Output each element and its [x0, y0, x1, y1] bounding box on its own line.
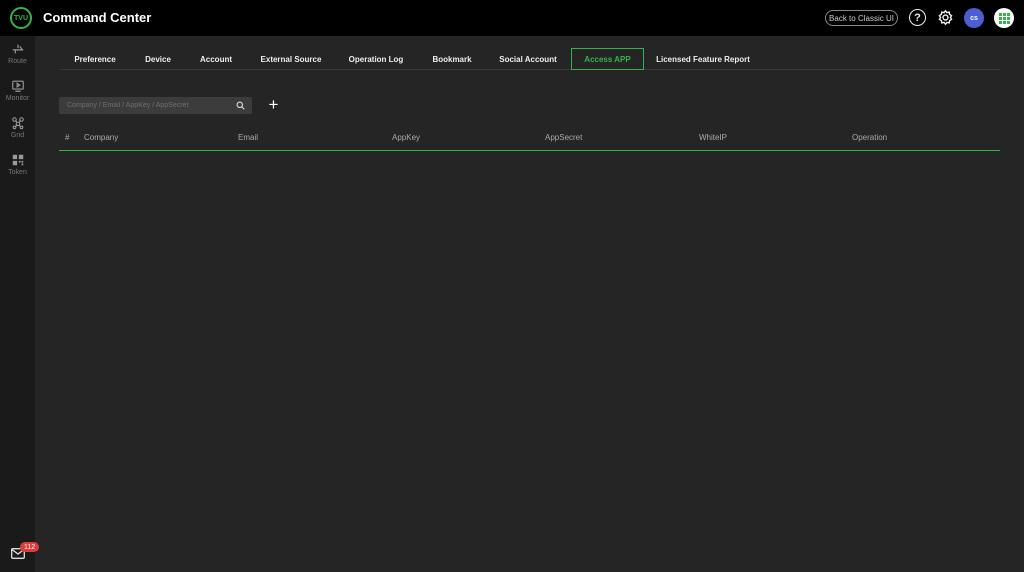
- column-header-whiteip: WhiteIP: [699, 133, 728, 142]
- tab-account[interactable]: Account: [186, 48, 246, 70]
- column-header-company: Company: [84, 133, 119, 142]
- grid-network-icon: [11, 117, 24, 130]
- sidebar: Route Monitor Grid Token: [0, 36, 35, 572]
- search-icon[interactable]: [236, 101, 245, 110]
- back-to-classic-button[interactable]: Back to Classic UI: [825, 10, 898, 26]
- tab-preference[interactable]: Preference: [60, 48, 130, 70]
- column-header-appkey: AppKey: [392, 133, 421, 142]
- column-header-index: #: [65, 133, 70, 142]
- add-button[interactable]: +: [266, 96, 281, 113]
- tab-external-source[interactable]: External Source: [246, 48, 336, 70]
- help-icon[interactable]: ?: [909, 9, 926, 26]
- route-icon: [12, 44, 23, 54]
- sidebar-item-token[interactable]: Token: [0, 151, 35, 185]
- tab-device[interactable]: Device: [130, 48, 186, 70]
- sidebar-item-label: Token: [8, 169, 27, 176]
- sidebar-item-label: Grid: [10, 132, 25, 139]
- apps-grid-icon[interactable]: [994, 8, 1014, 28]
- monitor-icon: [11, 80, 24, 92]
- app-title: Command Center: [43, 10, 152, 25]
- sidebar-item-monitor[interactable]: Monitor: [0, 77, 35, 111]
- tab-operation-log[interactable]: Operation Log: [336, 48, 416, 70]
- table-header: # Company Email AppKey AppSecret WhiteIP…: [59, 130, 1000, 151]
- gear-icon[interactable]: [937, 9, 954, 26]
- tab-social-account[interactable]: Social Account: [488, 48, 568, 70]
- qr-token-icon: [12, 154, 23, 166]
- mail-badge: 112: [20, 542, 40, 552]
- sidebar-item-grid[interactable]: Grid: [0, 114, 35, 148]
- tab-access-app[interactable]: Access APP: [571, 48, 644, 70]
- column-header-email: Email: [238, 133, 259, 142]
- tvu-logo[interactable]: TVU: [10, 7, 32, 29]
- search-box: [59, 97, 252, 114]
- sidebar-item-label: Route: [8, 58, 27, 65]
- tab-bookmark[interactable]: Bookmark: [416, 48, 488, 70]
- sidebar-item-route[interactable]: Route: [0, 40, 35, 74]
- settings-tabs: Preference Device Account External Sourc…: [60, 48, 1000, 70]
- sidebar-item-label: Monitor: [5, 95, 30, 102]
- column-header-appsecret: AppSecret: [545, 133, 583, 142]
- search-input[interactable]: [67, 99, 227, 112]
- avatar[interactable]: cs: [964, 8, 984, 28]
- tab-licensed-feature-report[interactable]: Licensed Feature Report: [650, 48, 756, 70]
- top-bar: TVU Command Center Back to Classic UI ? …: [0, 0, 1024, 36]
- column-header-operation: Operation: [852, 133, 888, 142]
